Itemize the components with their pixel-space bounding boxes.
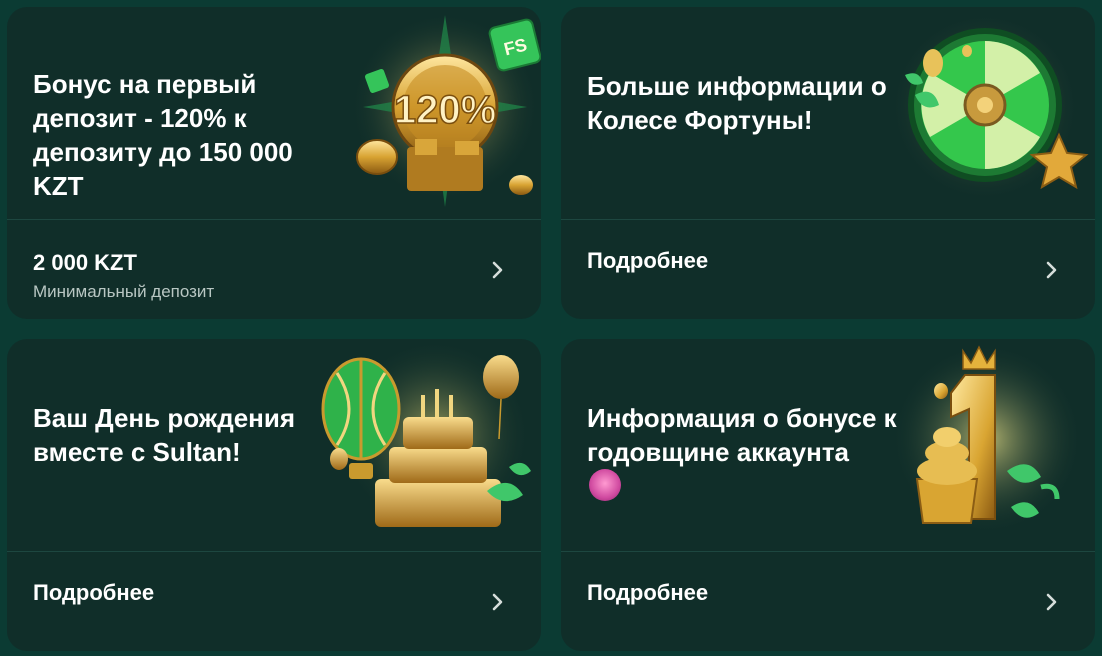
anniversary-bonus-card[interactable]: Информация о бонусе к годовщине аккаунта xyxy=(561,339,1095,651)
card-title: Больше информации о Колесе Фортуны! xyxy=(587,71,887,135)
bonus-card-first-deposit[interactable]: Бонус на первый депозит - 120% к депозит… xyxy=(7,7,541,319)
min-deposit-value: 2 000 KZT xyxy=(33,250,137,275)
min-deposit-label: Минимальный депозит xyxy=(33,282,215,301)
birthday-bonus-card[interactable]: Ваш День рождения вместе с Sultan! Подро… xyxy=(7,339,541,651)
wheel-of-fortune-card[interactable]: Больше информации о Колесе Фортуны! Подр… xyxy=(561,7,1095,319)
wheel-of-fortune-illustration xyxy=(881,7,1095,219)
card-title: Информация о бонусе к годовщине аккаунта xyxy=(587,403,897,467)
star-struck-emoji-icon xyxy=(589,469,621,501)
chevron-right-icon[interactable] xyxy=(487,592,507,612)
card-footer[interactable]: Подробнее xyxy=(561,220,1095,319)
bonus-percent-text: 120% xyxy=(394,88,496,132)
chevron-right-icon[interactable] xyxy=(1041,260,1061,280)
chevron-right-icon[interactable] xyxy=(487,260,507,280)
card-footer[interactable]: Подробнее xyxy=(7,552,541,651)
bonus-120-illustration: 120% FS xyxy=(337,7,541,219)
birthday-cake-illustration xyxy=(317,339,541,551)
more-link[interactable]: Подробнее xyxy=(587,248,708,274)
card-footer[interactable]: 2 000 KZT Минимальный депозит xyxy=(7,220,541,319)
card-title: Ваш День рождения вместе с Sultan! xyxy=(33,403,296,467)
chevron-right-icon[interactable] xyxy=(1041,592,1061,612)
anniversary-illustration xyxy=(891,339,1095,551)
card-footer[interactable]: Подробнее xyxy=(561,552,1095,651)
card-title: Бонус на первый депозит - 120% к депозит… xyxy=(33,69,293,201)
more-link[interactable]: Подробнее xyxy=(33,580,154,606)
more-link[interactable]: Подробнее xyxy=(587,580,708,606)
